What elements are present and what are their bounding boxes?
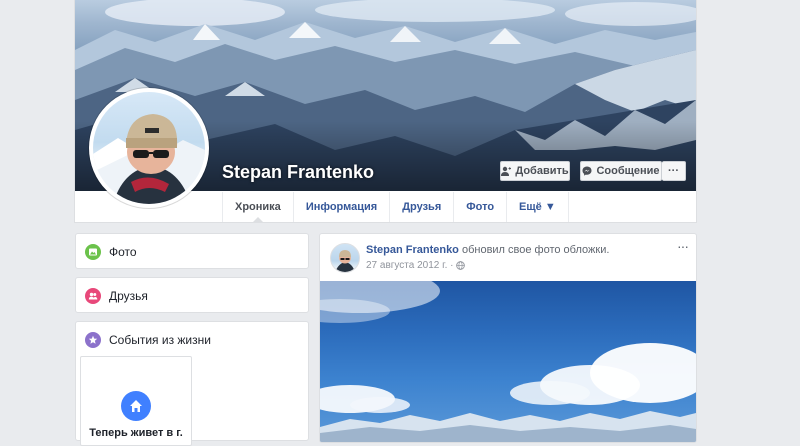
friends-card-label: Друзья [109,289,148,303]
tab-friends[interactable]: Друзья [390,192,455,222]
add-friend-label: Добавить [515,165,569,177]
photo-icon [85,244,101,260]
tab-timeline[interactable]: Хроника [222,192,294,223]
add-friend-button[interactable]: Добавить [500,161,570,181]
post-author-avatar[interactable] [330,243,360,273]
tab-about[interactable]: Информация [294,192,391,222]
post-author-link[interactable]: Stepan Frantenko [366,244,459,256]
profile-more-button[interactable]: ··· [662,161,686,181]
post-photo-image [320,281,696,442]
tab-photos[interactable]: Фото [454,192,508,222]
message-button[interactable]: Сообщение [580,161,662,181]
friends-card[interactable]: Друзья [75,277,309,313]
life-events-label: События из жизни [109,333,211,347]
photos-card-label: Фото [109,245,137,259]
post-cover-photo[interactable] [320,281,696,442]
profile-tab-bar: Хроника Информация Друзья Фото Ещё ▼ [222,192,569,223]
timeline-post: Stepan Frantenko обновил свое фото облож… [319,233,697,443]
post-action-text: обновил свое фото обложки. [458,244,610,256]
life-event-icon [85,332,101,348]
post-headline: Stepan Frantenko обновил свое фото облож… [366,244,609,256]
add-friend-icon [501,166,512,176]
life-events-card: События из жизни Теперь живет в г. [75,321,309,446]
post-avatar-photo [335,250,355,272]
photos-card[interactable]: Фото [75,233,309,269]
message-label: Сообщение [596,165,660,177]
profile-avatar[interactable] [89,88,209,208]
post-date[interactable]: 27 августа 2012 г. · [366,260,453,271]
post-meta: 27 августа 2012 г. · [366,260,466,271]
post-options-button[interactable]: ··· [677,238,689,254]
profile-header: Stepan Frantenko Добавить Сообщение ··· … [74,0,697,223]
profile-name[interactable]: Stepan Frantenko [222,162,374,183]
life-event-tile[interactable]: Теперь живет в г. [80,356,192,446]
more-dots-icon: ··· [668,165,679,177]
tab-more[interactable]: Ещё ▼ [507,192,569,222]
globe-icon[interactable] [456,261,466,270]
life-events-header[interactable]: События из жизни [76,322,308,358]
messenger-icon [582,166,592,176]
avatar-photo [93,114,205,204]
friends-icon [85,288,101,304]
home-icon [121,391,151,421]
life-event-text: Теперь живет в г. [89,427,183,439]
